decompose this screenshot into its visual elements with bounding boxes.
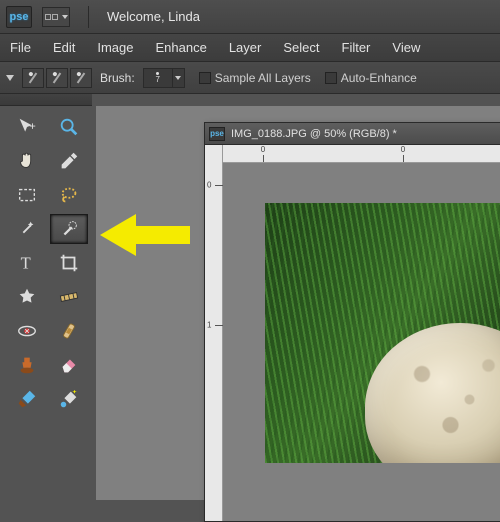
- workspace-area: pse IMG_0188.JPG @ 50% (RGB/8) * 0 0 0 1: [96, 106, 500, 500]
- ruler-label: 0: [261, 145, 265, 154]
- document-window[interactable]: pse IMG_0188.JPG @ 50% (RGB/8) * 0 0 0 1: [204, 122, 500, 522]
- red-eye-tool[interactable]: [8, 316, 46, 346]
- auto-enhance-checkbox[interactable]: Auto-Enhance: [325, 71, 417, 85]
- brush-preview[interactable]: 7: [143, 68, 173, 88]
- ruler-label: 1: [207, 321, 211, 330]
- lasso-tool[interactable]: [50, 180, 88, 210]
- checkbox-box: [325, 72, 337, 84]
- menu-filter[interactable]: Filter: [342, 40, 371, 55]
- sample-all-layers-checkbox[interactable]: Sample All Layers: [199, 71, 311, 85]
- welcome-text: Welcome, Linda: [107, 9, 200, 24]
- image-content: [265, 203, 500, 463]
- move-tool[interactable]: [8, 112, 46, 142]
- healing-brush-tool[interactable]: [50, 316, 88, 346]
- title-bar: pse Welcome, Linda: [0, 0, 500, 34]
- toolbox: T: [6, 110, 90, 416]
- cookie-cutter-tool[interactable]: [8, 282, 46, 312]
- eraser-tool[interactable]: [50, 350, 88, 380]
- menu-layer[interactable]: Layer: [229, 40, 262, 55]
- separator: [88, 6, 89, 28]
- menu-edit[interactable]: Edit: [53, 40, 75, 55]
- menu-bar: File Edit Image Enhance Layer Select Fil…: [0, 34, 500, 62]
- document-canvas[interactable]: [223, 163, 500, 521]
- brush-dropdown[interactable]: [173, 68, 185, 88]
- eyedropper-tool[interactable]: [50, 146, 88, 176]
- svg-text:T: T: [21, 254, 31, 273]
- clone-stamp-tool[interactable]: [8, 350, 46, 380]
- new-selection-icon[interactable]: [22, 68, 44, 88]
- hand-tool[interactable]: [8, 146, 46, 176]
- paint-brush-tool[interactable]: [8, 384, 46, 414]
- document-titlebar[interactable]: pse IMG_0188.JPG @ 50% (RGB/8) *: [205, 123, 500, 145]
- app-logo: pse: [6, 6, 32, 28]
- brush-label: Brush:: [100, 71, 135, 85]
- panel-divider: [0, 94, 92, 106]
- quick-selection-tool[interactable]: [50, 214, 88, 244]
- crop-tool[interactable]: [50, 248, 88, 278]
- options-menu-dropdown[interactable]: [6, 75, 14, 81]
- horizontal-ruler: 0 0: [223, 145, 500, 163]
- workspace-layout-button[interactable]: [42, 7, 70, 27]
- zoom-tool[interactable]: [50, 112, 88, 142]
- menu-select[interactable]: Select: [283, 40, 319, 55]
- subtract-selection-icon[interactable]: [70, 68, 92, 88]
- brush-size-value: 7: [155, 76, 159, 84]
- menu-view[interactable]: View: [392, 40, 420, 55]
- menu-enhance[interactable]: Enhance: [156, 40, 207, 55]
- magic-wand-tool[interactable]: [8, 214, 46, 244]
- straighten-tool[interactable]: [50, 282, 88, 312]
- document-icon: pse: [209, 127, 225, 141]
- options-bar: Brush: 7 Sample All Layers Auto-Enhance: [0, 62, 500, 94]
- document-title: IMG_0188.JPG @ 50% (RGB/8) *: [231, 128, 397, 140]
- ruler-label: 0: [207, 181, 211, 190]
- auto-enhance-label: Auto-Enhance: [341, 71, 417, 85]
- vertical-ruler: 0 1: [205, 145, 223, 521]
- sample-all-label: Sample All Layers: [215, 71, 311, 85]
- marquee-tool[interactable]: [8, 180, 46, 210]
- type-tool[interactable]: T: [8, 248, 46, 278]
- smart-brush-tool[interactable]: [50, 384, 88, 414]
- menu-file[interactable]: File: [10, 40, 31, 55]
- ruler-label: 0: [401, 145, 405, 154]
- add-selection-icon[interactable]: [46, 68, 68, 88]
- menu-image[interactable]: Image: [97, 40, 133, 55]
- checkbox-box: [199, 72, 211, 84]
